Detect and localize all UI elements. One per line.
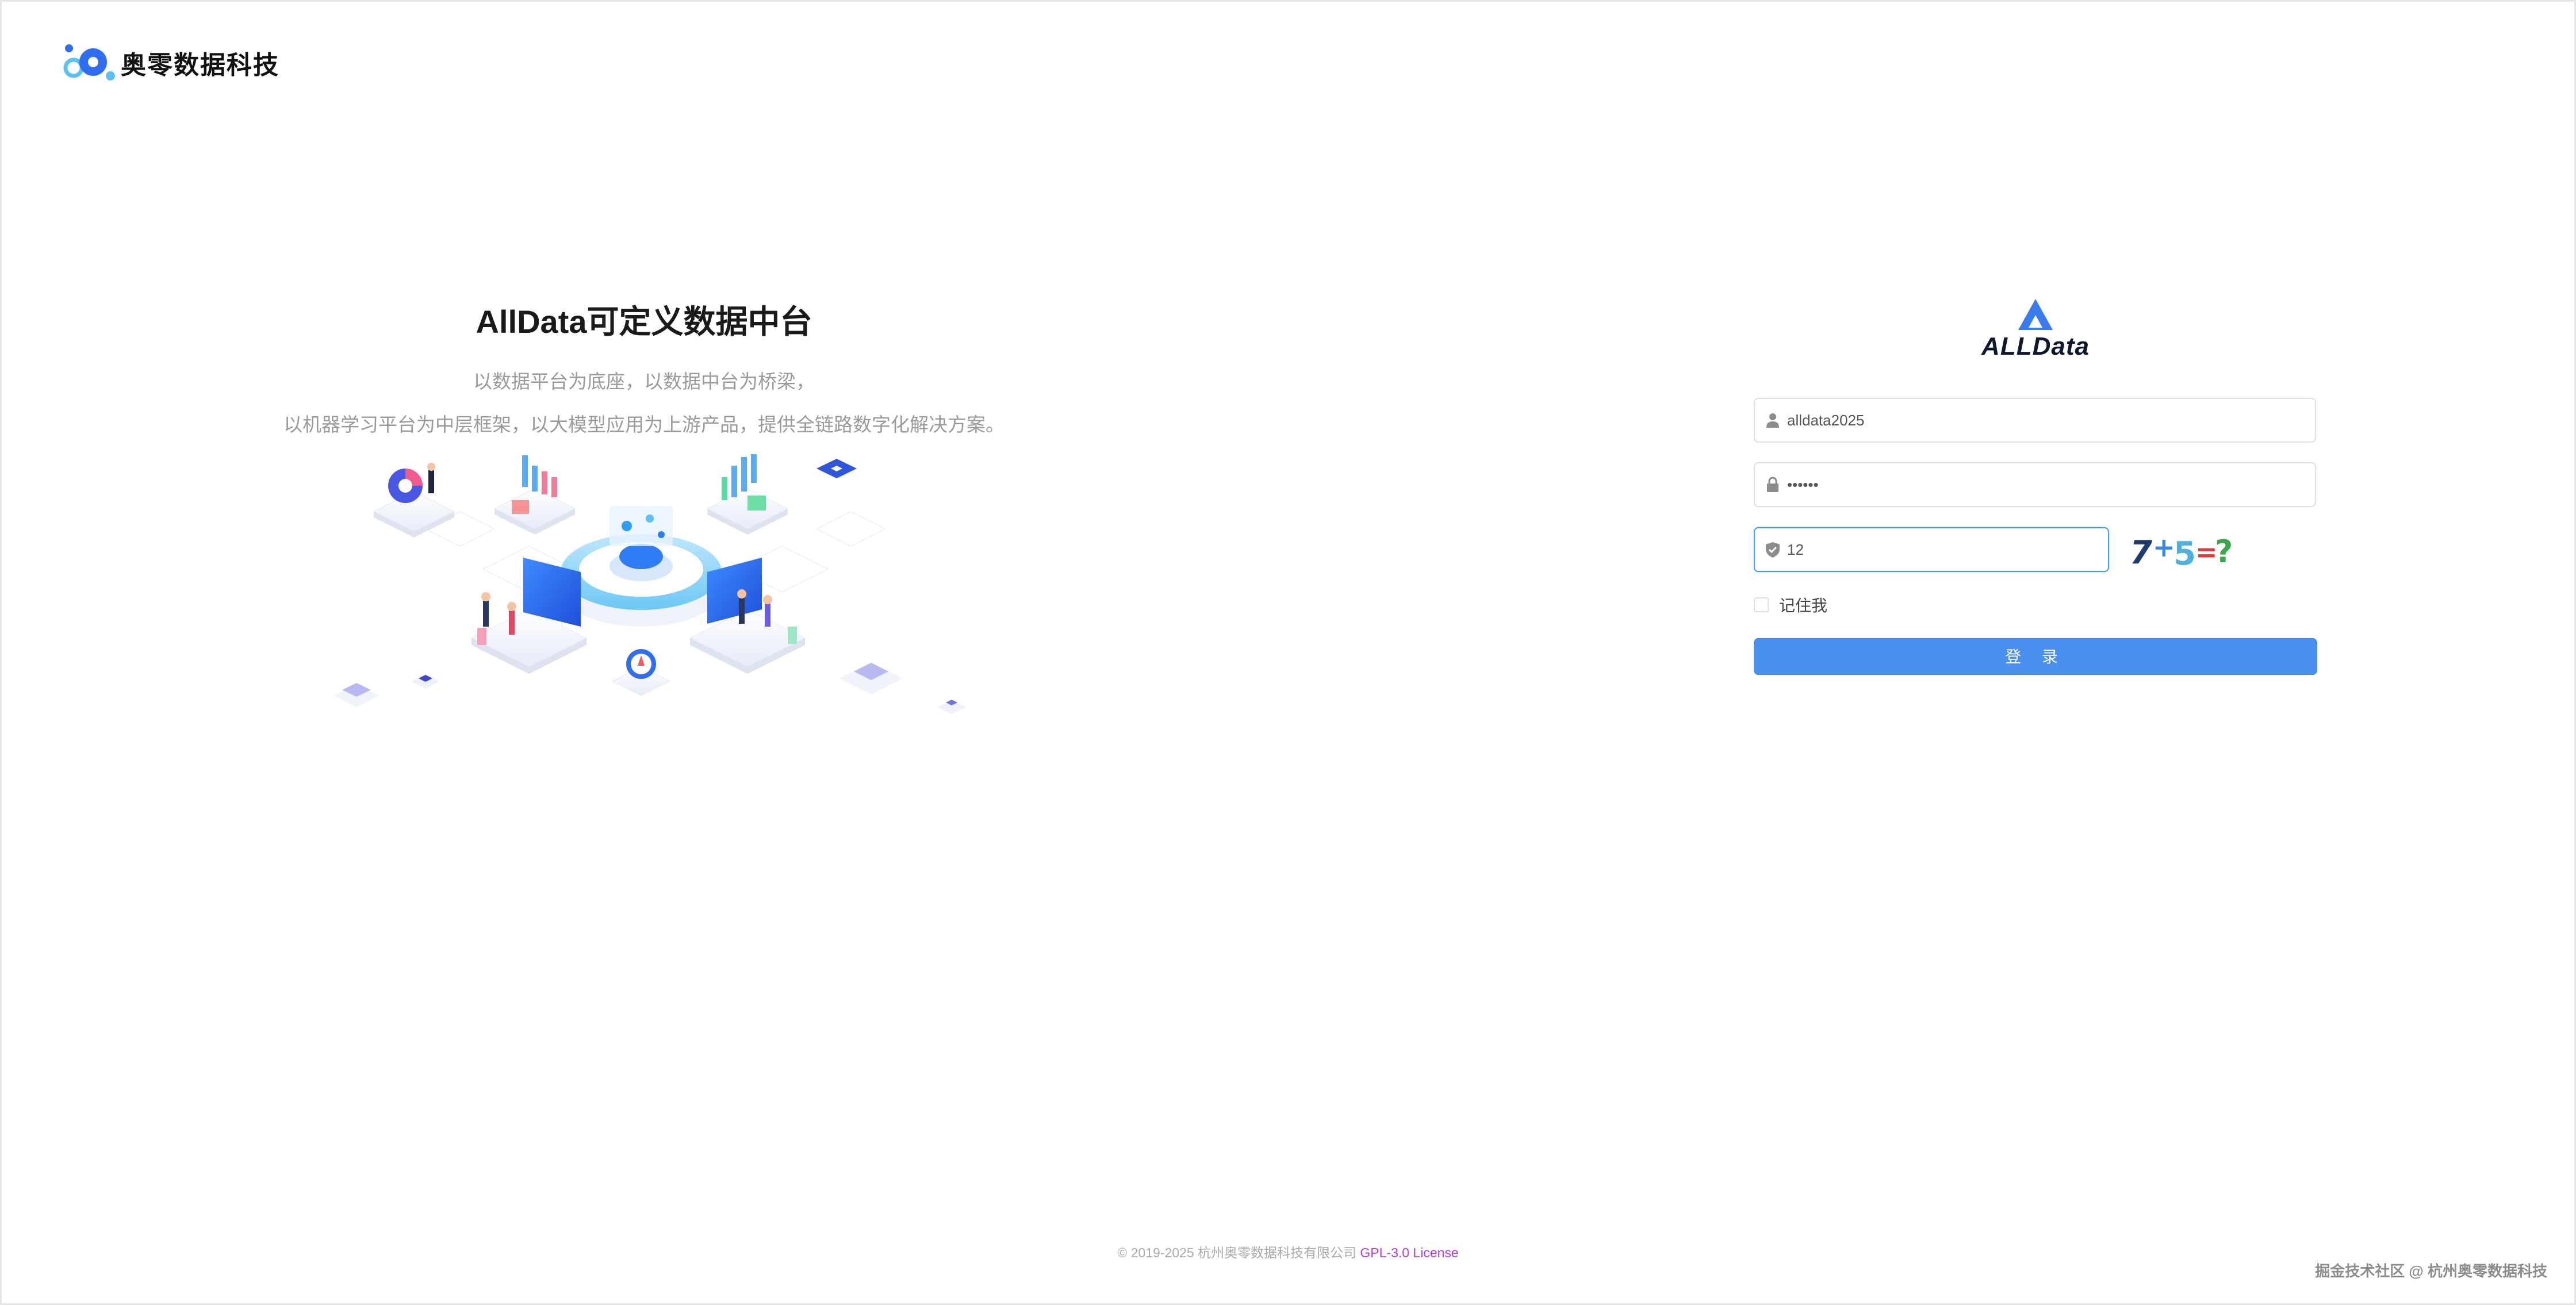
lock-icon [1767, 477, 1778, 492]
license-link[interactable]: GPL-3.0 License [1360, 1245, 1458, 1260]
captcha-input-value: 12 [1787, 541, 1804, 558]
brand-logo-icon [62, 43, 117, 83]
remember-me[interactable]: 记住我 [1754, 593, 1827, 616]
password-value: •••••• [1787, 476, 1819, 493]
hero-subtitle-line-1: 以数据平台为底座，以数据中台为桥梁， [473, 371, 815, 392]
shield-check-icon [1766, 542, 1780, 558]
remember-me-checkbox[interactable] [1754, 597, 1769, 612]
captcha-input[interactable]: 12 [1754, 527, 2109, 572]
watermark: 掘金技术社区 @ 杭州奥零数据科技 [2315, 1262, 2547, 1280]
username-input[interactable]: alldata2025 [1754, 398, 2316, 443]
brand[interactable]: 奥零数据科技 [62, 43, 279, 83]
alldata-logo-text: ALLData [1981, 332, 2090, 360]
username-value: alldata2025 [1787, 412, 1865, 429]
remember-me-label: 记住我 [1779, 597, 1828, 615]
isometric-data-platform-illustration [334, 454, 966, 714]
captcha-char-4: = [2195, 536, 2218, 567]
alldata-logo-icon [2018, 299, 2053, 330]
footer-copyright: © 2019-2025 杭州奥零数据科技有限公司 [1117, 1245, 1356, 1260]
captcha-image[interactable]: 7 + 5 = ? [2128, 528, 2266, 573]
login-button[interactable]: 登 录 [1754, 638, 2317, 675]
password-input[interactable]: •••••• [1754, 462, 2316, 507]
captcha-char-1: 7 [2130, 534, 2152, 571]
brand-name: 奥零数据科技 [121, 51, 279, 79]
captcha-char-5: ? [2215, 533, 2233, 570]
captcha-char-2: + [2153, 532, 2175, 563]
captcha-char-3: 5 [2174, 535, 2196, 573]
alldata-logo: ALLData [1966, 293, 2104, 362]
hero-title: AllData可定义数据中台 [476, 304, 812, 340]
user-icon [1766, 413, 1779, 428]
footer: © 2019-2025 杭州奥零数据科技有限公司 GPL-3.0 License [0, 1242, 2576, 1261]
hero-subtitle-line-2: 以机器学习平台为中层框架，以大模型应用为上游产品，提供全链路数字化解决方案。 [283, 414, 1005, 435]
